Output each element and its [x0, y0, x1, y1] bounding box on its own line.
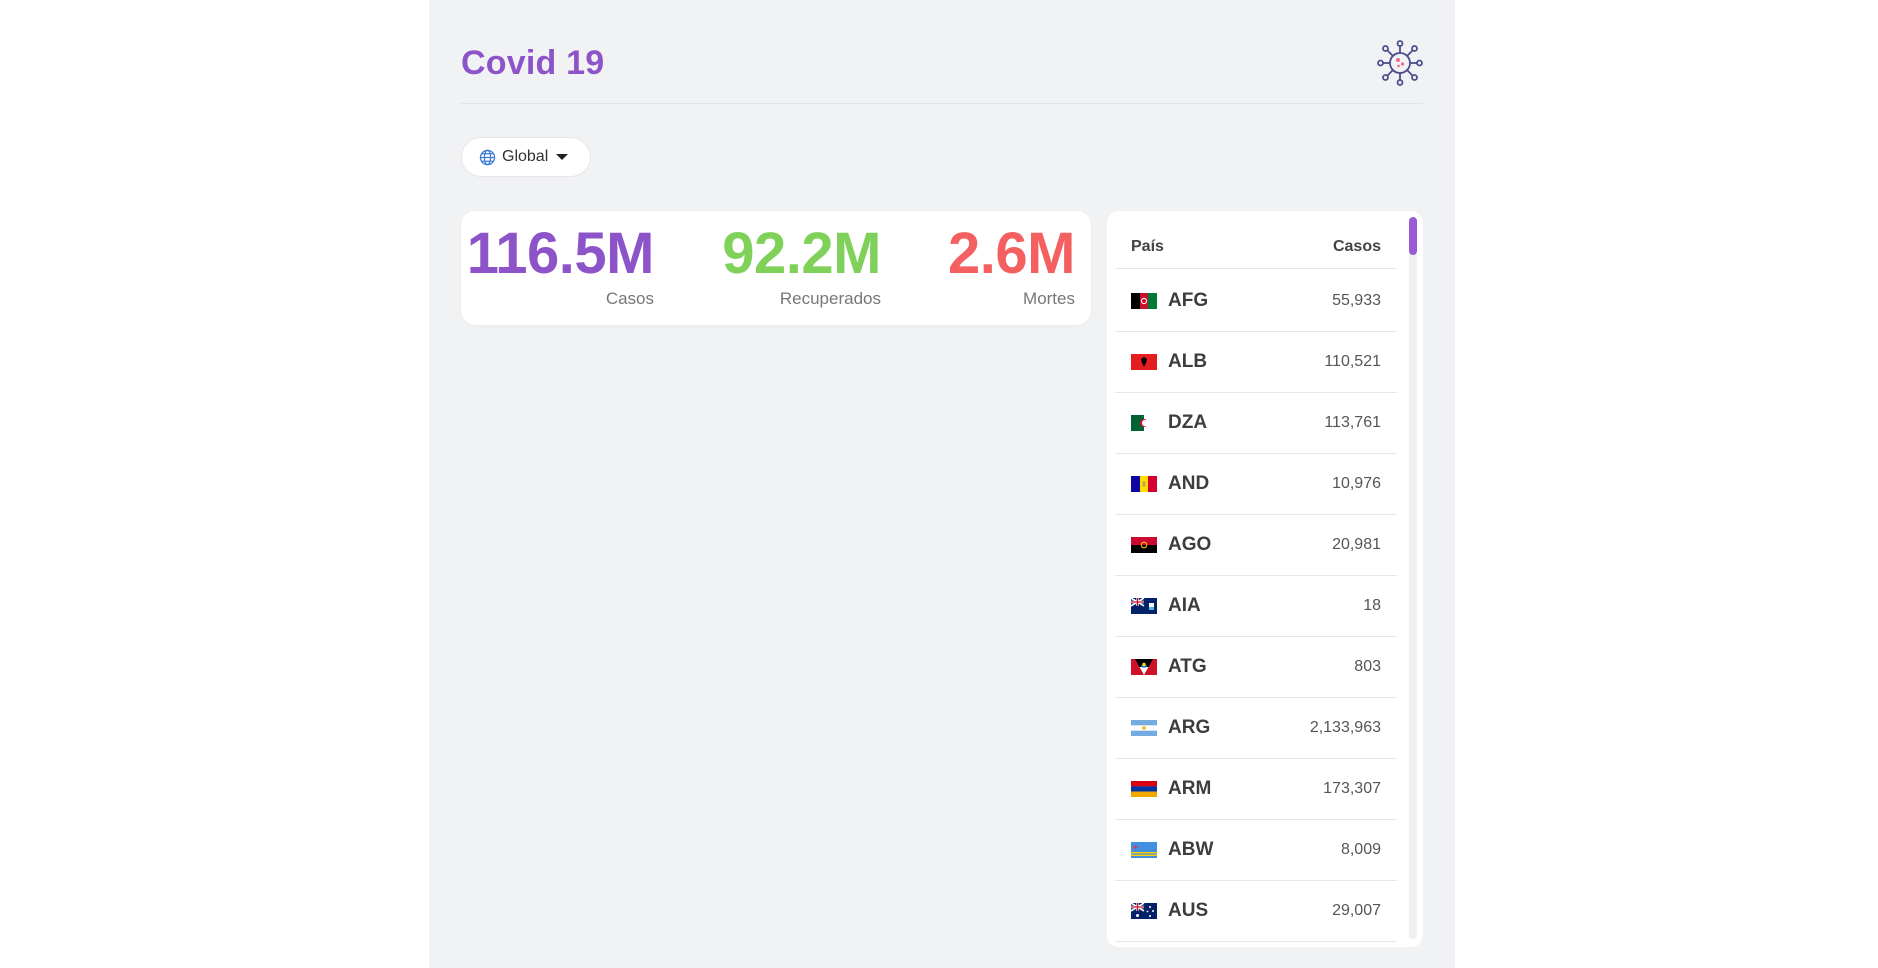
country-cases: 110,521 — [1324, 353, 1381, 370]
table-row[interactable]: ATG 803 — [1115, 637, 1397, 698]
country-cases: 55,933 — [1332, 292, 1381, 309]
table-row[interactable]: AFG 55,933 — [1115, 271, 1397, 332]
table-header: País Casos — [1115, 225, 1397, 269]
app-header: Covid 19 — [461, 30, 1423, 104]
stat-cases-label: Casos — [605, 289, 654, 308]
country-cases: 10,976 — [1332, 475, 1381, 492]
flag-aus-icon — [1131, 903, 1157, 919]
country-cases: 20,981 — [1332, 536, 1381, 553]
flag-dza-icon — [1131, 415, 1157, 431]
scrollbar-thumb[interactable] — [1409, 217, 1417, 255]
region-select[interactable]: Global — [461, 137, 591, 177]
flag-afg-icon — [1131, 293, 1157, 309]
column-header-country[interactable]: País — [1131, 238, 1164, 256]
app-title: Covid 19 — [461, 44, 605, 82]
page: Covid 19 Global 116.5M Casos 92.2M Recup… — [429, 0, 1455, 968]
country-cases: 173,307 — [1323, 780, 1381, 797]
flag-and-icon — [1131, 476, 1157, 492]
country-code: AUS — [1168, 900, 1209, 921]
country-cases: 803 — [1354, 658, 1381, 675]
country-code: DZA — [1168, 412, 1208, 433]
table-row[interactable]: ARM 173,307 — [1115, 759, 1397, 820]
country-cases: 8,009 — [1340, 841, 1381, 858]
region-select-value: Global — [502, 148, 549, 165]
table-row[interactable]: AGO 20,981 — [1115, 515, 1397, 576]
country-code: AIA — [1168, 595, 1201, 616]
stat-recovered: 92.2M Recuperados — [722, 225, 881, 309]
table-row[interactable]: ALB 110,521 — [1115, 332, 1397, 393]
stat-cases: 116.5M Casos — [466, 221, 655, 309]
table-body: AFG 55,933 ALB 110,521 DZA 113,761 AND 1… — [1115, 271, 1397, 942]
stat-deaths-label: Mortes — [1023, 289, 1075, 308]
stat-cases-value: 116.5M — [466, 221, 655, 286]
country-code: AGO — [1168, 534, 1212, 555]
flag-alb-icon — [1131, 354, 1157, 370]
table-scrollbar[interactable] — [1409, 217, 1417, 939]
table-row[interactable]: ABW 8,009 — [1115, 820, 1397, 881]
stats-card: 116.5M Casos 92.2M Recuperados 2.6M Mort… — [461, 211, 1091, 325]
flag-ago-icon — [1131, 537, 1157, 553]
globe-icon — [479, 149, 496, 165]
country-table: País Casos AFG 55,933 ALB 110,521 DZA 11… — [1107, 211, 1423, 947]
stat-recovered-label: Recuperados — [779, 289, 881, 308]
country-code: AFG — [1168, 290, 1209, 311]
flag-arg-icon — [1131, 720, 1157, 736]
table-row[interactable]: AIA 18 — [1115, 576, 1397, 637]
country-code: ARM — [1168, 778, 1212, 799]
flag-arm-icon — [1131, 781, 1157, 797]
table-row[interactable]: ARG 2,133,963 — [1115, 698, 1397, 759]
flag-aia-icon — [1131, 598, 1157, 614]
country-code: ABW — [1168, 839, 1214, 860]
country-code: ALB — [1168, 351, 1208, 372]
country-cases: 18 — [1363, 597, 1381, 614]
country-cases: 2,133,963 — [1309, 719, 1381, 736]
stat-deaths: 2.6M Mortes — [948, 225, 1075, 309]
virus-icon[interactable] — [1377, 40, 1423, 86]
country-cases: 113,761 — [1324, 414, 1381, 431]
column-header-cases[interactable]: Casos — [1333, 238, 1381, 256]
country-code: ATG — [1168, 656, 1207, 677]
stat-recovered-value: 92.2M — [722, 221, 881, 286]
country-code: AND — [1168, 473, 1210, 494]
table-row[interactable]: DZA 113,761 — [1115, 393, 1397, 454]
flag-atg-icon — [1131, 659, 1157, 675]
table-row[interactable]: AND 10,976 — [1115, 454, 1397, 515]
stat-deaths-value: 2.6M — [948, 221, 1075, 286]
flag-abw-icon — [1131, 842, 1157, 858]
country-cases: 29,007 — [1332, 902, 1381, 919]
table-row[interactable]: AUS 29,007 — [1115, 881, 1397, 942]
chevron-down-icon — [556, 154, 569, 160]
country-code: ARG — [1168, 717, 1211, 738]
